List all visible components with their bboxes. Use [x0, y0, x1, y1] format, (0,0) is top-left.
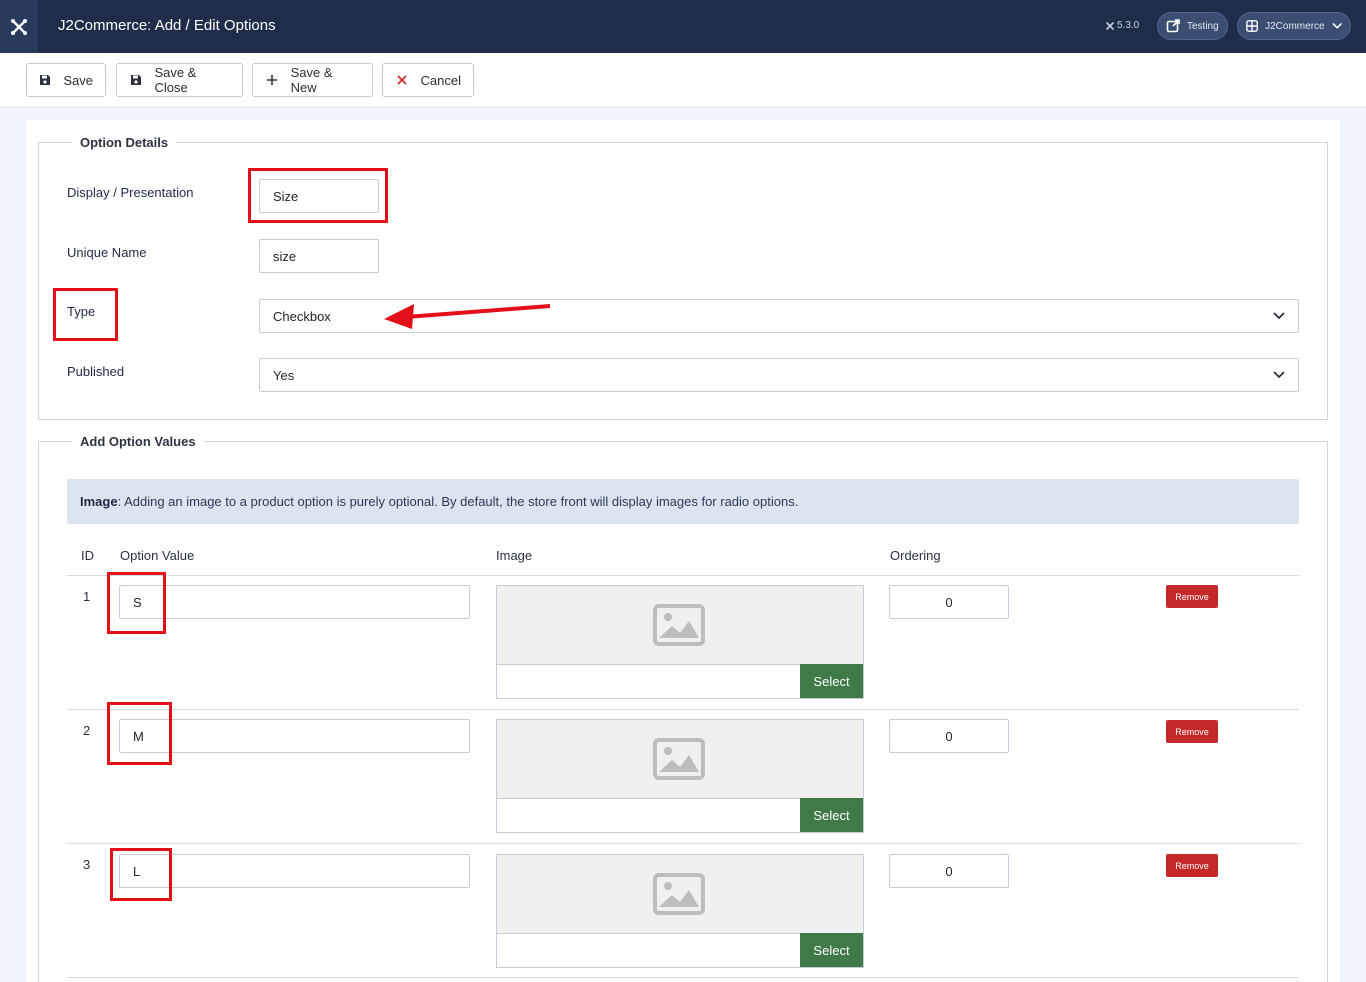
save-button[interactable]: Save: [26, 63, 106, 97]
chevron-down-icon: [1273, 371, 1285, 379]
site-name: Testing: [1187, 20, 1219, 32]
chevron-down-icon: [1331, 22, 1342, 29]
close-icon: [395, 75, 409, 85]
plus-icon: [265, 74, 279, 86]
ordering-value: 0: [945, 594, 953, 610]
alert-text: : Adding an image to a product option is…: [117, 494, 799, 509]
save-new-label: Save & New: [290, 65, 333, 95]
joomla-logo[interactable]: [0, 0, 38, 53]
save-label: Save: [63, 72, 93, 88]
red-arrow-annotation: [384, 304, 551, 329]
display-label: Display / Presentation: [67, 185, 194, 200]
image-path-input[interactable]: [497, 798, 801, 832]
unique-name-value: size: [273, 248, 297, 264]
top-header: J2Commerce: Add / Edit Options 5.3.0 Tes…: [0, 0, 1366, 53]
image-placeholder-icon: [653, 738, 705, 780]
j2commerce-menu-button[interactable]: J2Commerce: [1237, 12, 1351, 40]
version-text: 5.3.0: [1117, 20, 1140, 31]
image-picker: Select: [496, 585, 864, 699]
save-close-button[interactable]: Save & Close: [116, 63, 243, 97]
j2commerce-label: J2Commerce: [1265, 20, 1325, 32]
image-path-input[interactable]: [497, 664, 801, 698]
select-image-button[interactable]: Select: [800, 798, 863, 832]
select-image-button[interactable]: Select: [800, 664, 863, 698]
save-close-label: Save & Close: [154, 65, 197, 95]
option-values-legend: Add Option Values: [72, 434, 204, 449]
page-title: J2Commerce: Add / Edit Options: [58, 17, 276, 34]
ordering-input[interactable]: 0: [889, 719, 1009, 753]
column-header-id: ID: [81, 548, 94, 563]
row-id: 1: [83, 589, 91, 604]
site-preview-button[interactable]: Testing: [1157, 12, 1228, 40]
published-select[interactable]: Yes: [259, 358, 1299, 392]
column-header-image: Image: [496, 548, 533, 563]
floppy-disk-icon: [129, 74, 142, 86]
highlight-box: [107, 702, 172, 765]
unique-name-input[interactable]: size: [259, 239, 379, 273]
ordering-value: 0: [945, 863, 953, 879]
image-placeholder-icon: [653, 604, 705, 646]
cancel-label: Cancel: [420, 72, 461, 88]
divider: [67, 709, 1299, 710]
remove-button[interactable]: Remove: [1166, 720, 1218, 743]
divider: [67, 575, 1299, 576]
published-label: Published: [67, 364, 125, 379]
remove-button[interactable]: Remove: [1166, 854, 1218, 877]
option-value-input[interactable]: S: [119, 585, 470, 619]
published-value: Yes: [273, 367, 295, 383]
external-link-icon: [1166, 19, 1180, 33]
divider: [67, 977, 1299, 978]
highlight-box: [107, 572, 166, 634]
ordering-value: 0: [945, 728, 953, 744]
select-image-button[interactable]: Select: [800, 933, 863, 967]
highlight-box: [110, 848, 172, 901]
action-toolbar: Save Save & Close Save & New Cancel: [0, 53, 1366, 108]
image-picker: Select: [496, 719, 864, 833]
highlight-box: [248, 168, 388, 223]
alert-bold: Image: [80, 494, 118, 509]
column-header-ordering: Ordering: [890, 548, 941, 563]
image-info-alert: Image : Adding an image to a product opt…: [67, 479, 1299, 524]
grid-icon: [1246, 20, 1258, 32]
unique-name-label: Unique Name: [67, 245, 147, 260]
joomla-small-icon: [1106, 21, 1114, 30]
row-id: 3: [83, 857, 91, 872]
ordering-input[interactable]: 0: [889, 854, 1009, 888]
ordering-input[interactable]: 0: [889, 585, 1009, 619]
cancel-button[interactable]: Cancel: [382, 63, 474, 97]
row-id: 2: [83, 723, 91, 738]
main-panel: Option Details Display / Presentation Si…: [26, 120, 1340, 982]
version-badge: 5.3.0: [1105, 20, 1139, 31]
type-value: Checkbox: [273, 308, 331, 324]
divider: [67, 843, 1299, 844]
save-new-button[interactable]: Save & New: [252, 63, 373, 97]
floppy-disk-icon: [39, 74, 51, 86]
chevron-down-icon: [1273, 312, 1285, 320]
column-header-option-value: Option Value: [120, 548, 195, 563]
image-placeholder-icon: [653, 873, 705, 915]
highlight-box: [53, 288, 118, 341]
image-picker: Select: [496, 854, 864, 968]
remove-button[interactable]: Remove: [1166, 585, 1218, 608]
image-path-input[interactable]: [497, 933, 801, 967]
joomla-icon: [11, 18, 27, 35]
option-details-legend: Option Details: [72, 135, 177, 150]
